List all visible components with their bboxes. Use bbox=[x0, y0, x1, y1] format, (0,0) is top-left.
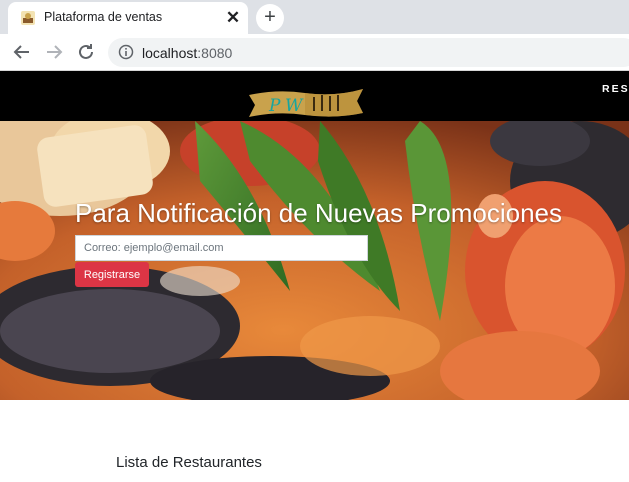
register-button[interactable]: Registrarse bbox=[75, 262, 149, 287]
back-icon[interactable] bbox=[10, 40, 34, 64]
site-navbar: P W RES bbox=[0, 71, 629, 121]
hero-banner: Para Notificación de Nuevas Promociones … bbox=[0, 121, 629, 400]
svg-text:P: P bbox=[268, 96, 281, 116]
nav-link-restaurantes[interactable]: RES bbox=[602, 83, 629, 95]
restaurant-list-title: Lista de Restaurantes bbox=[116, 454, 262, 471]
browser-toolbar: localhost:8080 bbox=[0, 34, 629, 71]
browser-tabstrip: Plataforma de ventas ✕ + bbox=[0, 0, 629, 34]
email-field[interactable] bbox=[75, 235, 368, 261]
site-logo[interactable]: P W bbox=[247, 83, 365, 121]
hero-title: Para Notificación de Nuevas Promociones bbox=[75, 198, 563, 228]
browser-tab[interactable]: Plataforma de ventas ✕ bbox=[8, 2, 248, 34]
svg-text:W: W bbox=[285, 96, 304, 116]
favicon-icon bbox=[20, 10, 36, 26]
tab-title: Plataforma de ventas bbox=[44, 10, 163, 24]
info-icon[interactable] bbox=[118, 44, 134, 60]
url-text: localhost:8080 bbox=[142, 45, 233, 61]
new-tab-icon[interactable]: + bbox=[256, 4, 284, 32]
close-icon[interactable]: ✕ bbox=[224, 9, 242, 27]
reload-icon[interactable] bbox=[74, 40, 98, 64]
forward-icon[interactable] bbox=[42, 40, 66, 64]
address-bar[interactable]: localhost:8080 bbox=[108, 38, 629, 67]
